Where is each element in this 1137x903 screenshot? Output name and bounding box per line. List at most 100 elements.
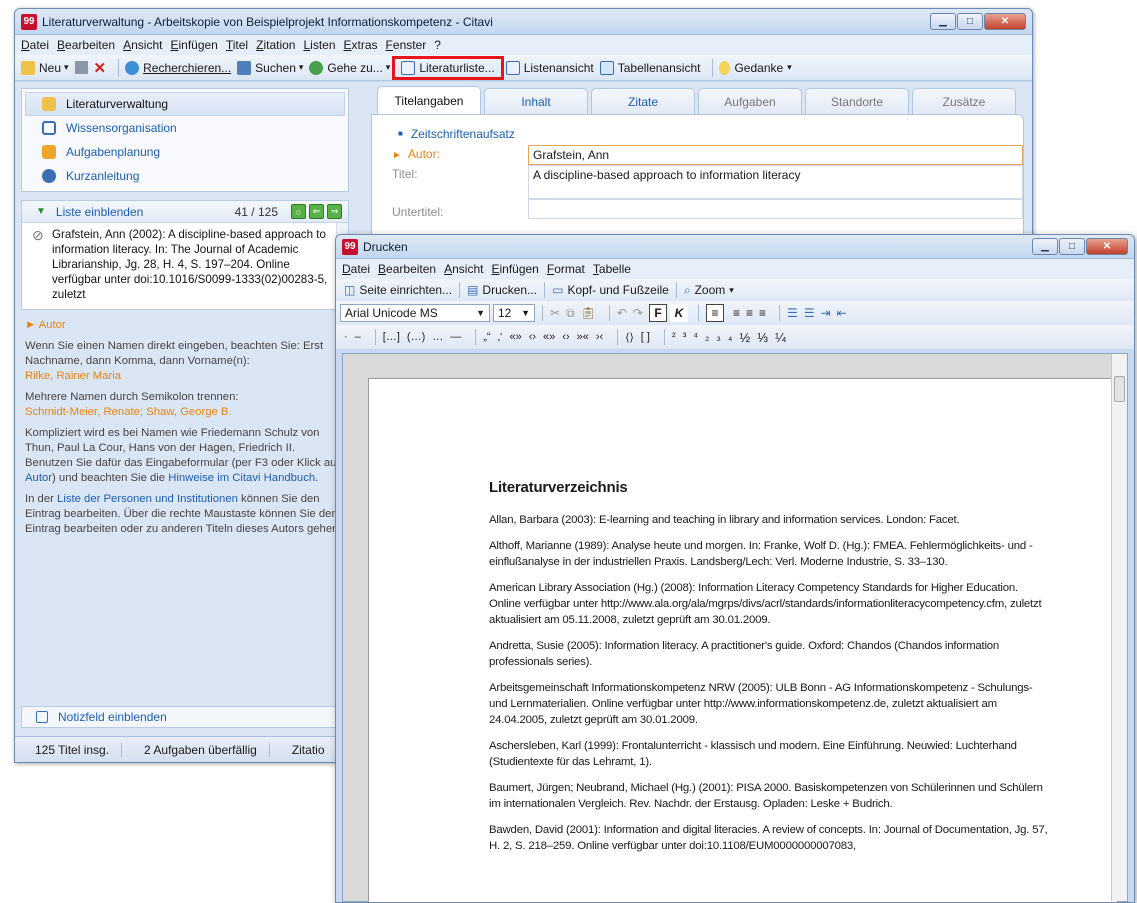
notizfeld-toggle[interactable]: Notizfeld einblenden: [21, 706, 349, 728]
bold-button[interactable]: F: [649, 304, 667, 322]
status-tasks-overdue[interactable]: 2 Aufgaben überfällig: [144, 742, 270, 757]
insert-single-guillemets-2[interactable]: ‹›: [562, 331, 569, 343]
copy-icon[interactable]: ⧉: [566, 306, 575, 321]
literaturliste-button[interactable]: Literaturliste...: [392, 55, 504, 80]
font-size-select[interactable]: 12 ▼: [493, 304, 535, 322]
undo-icon[interactable]: ↶: [617, 306, 627, 320]
main-titlebar[interactable]: 99 Literaturverwaltung - Arbeitskopie vo…: [15, 9, 1032, 35]
seite-einrichten-button[interactable]: Seite einrichten...: [359, 283, 452, 297]
preview-scrollbar-thumb[interactable]: [1114, 376, 1125, 402]
tab-aufgaben[interactable]: Aufgaben: [698, 88, 802, 114]
insert-superscript-3[interactable]: ³: [683, 331, 687, 343]
menu-einfuegen[interactable]: Einfügen: [170, 38, 217, 52]
insert-reverse-guillemets[interactable]: »«: [577, 331, 589, 343]
print-page[interactable]: Literaturverzeichnis Allan, Barbara (200…: [368, 378, 1118, 902]
print-minimize-button[interactable]: ▁: [1032, 238, 1058, 255]
tab-inhalt[interactable]: Inhalt: [484, 88, 588, 114]
subtitle-field[interactable]: [528, 199, 1023, 219]
insert-one-third[interactable]: ⅓: [757, 330, 768, 345]
suchen-button[interactable]: Suchen ▾: [237, 60, 303, 75]
align-justify-icon[interactable]: ≡: [759, 306, 766, 320]
print-menu-datei[interactable]: Datei: [342, 262, 370, 276]
menu-help[interactable]: ?: [434, 38, 441, 52]
menu-ansicht[interactable]: Ansicht: [123, 38, 162, 52]
outdent-icon[interactable]: ⇤: [837, 306, 847, 320]
indent-icon[interactable]: ⇥: [821, 306, 831, 320]
nav-literaturverwaltung[interactable]: Literaturverwaltung: [25, 92, 345, 116]
menu-datei[interactable]: Datei: [21, 38, 49, 52]
zoom-button[interactable]: Zoom: [695, 283, 726, 297]
insert-subscript-4[interactable]: ₄: [728, 331, 733, 343]
insert-middle-dot[interactable]: ·: [344, 331, 348, 343]
list-filter-icon[interactable]: ○: [291, 204, 306, 219]
listenansicht-button[interactable]: Listenansicht: [505, 60, 594, 75]
menu-titel[interactable]: Titel: [226, 38, 248, 52]
insert-single-guillemets[interactable]: ‹›: [529, 331, 536, 343]
insert-square-brackets[interactable]: [ ]: [641, 331, 650, 343]
insert-superscript-2[interactable]: ²: [672, 331, 676, 343]
list-prev-icon[interactable]: ⇐: [309, 204, 324, 219]
author-field[interactable]: Grafstein, Ann: [528, 145, 1023, 165]
save-icon[interactable]: [74, 61, 88, 74]
tab-titelangaben[interactable]: Titelangaben: [377, 86, 481, 114]
list-next-icon[interactable]: ⇒: [327, 204, 342, 219]
delete-icon[interactable]: ✕: [94, 59, 107, 77]
print-close-button[interactable]: ✕: [1086, 238, 1128, 255]
insert-angle-brackets[interactable]: ⟨⟩: [625, 331, 634, 344]
nav-aufgabenplanung[interactable]: Aufgabenplanung: [22, 140, 348, 164]
tab-zitate[interactable]: Zitate: [591, 88, 695, 114]
print-menu-bearbeiten[interactable]: Bearbeiten: [378, 262, 436, 276]
insert-paren-ellipsis[interactable]: (…): [407, 331, 425, 343]
tabellenansicht-button[interactable]: Tabellenansicht: [599, 60, 700, 75]
print-titlebar[interactable]: 99 Drucken ▁ □ ✕: [336, 235, 1134, 259]
insert-ellipsis[interactable]: …: [432, 331, 443, 343]
help-link-personen[interactable]: Liste der Personen und Institutionen: [57, 493, 238, 505]
menu-bearbeiten[interactable]: Bearbeiten: [57, 38, 115, 52]
minimize-button[interactable]: ▁: [930, 13, 956, 30]
menu-listen[interactable]: Listen: [303, 38, 335, 52]
numbered-list-icon[interactable]: ☰: [804, 306, 815, 320]
insert-german-quotes[interactable]: „“: [483, 331, 490, 343]
new-button[interactable]: Neu ▾: [21, 60, 69, 75]
close-button[interactable]: ✕: [984, 13, 1026, 30]
insert-subscript-2[interactable]: ₂: [705, 331, 709, 343]
print-menu-ansicht[interactable]: Ansicht: [444, 262, 483, 276]
help-link-handbuch[interactable]: Hinweise im Citavi Handbuch: [168, 472, 315, 484]
menu-fenster[interactable]: Fenster: [386, 38, 427, 52]
insert-bracket-ellipsis[interactable]: […]: [383, 331, 400, 343]
insert-one-quarter[interactable]: ¼: [775, 330, 786, 345]
gehe-zu-button[interactable]: Gehe zu... ▾: [309, 60, 390, 75]
insert-guillemets[interactable]: «»: [509, 331, 521, 343]
align-left-icon[interactable]: ≡: [706, 304, 724, 322]
insert-guillemets-2[interactable]: «»: [543, 331, 555, 343]
print-menu-tabelle[interactable]: Tabelle: [593, 262, 631, 276]
insert-one-half[interactable]: ½: [739, 330, 750, 345]
tab-zusaetze[interactable]: Zusätze: [912, 88, 1016, 114]
preview-scrollbar[interactable]: [1111, 354, 1127, 901]
insert-reverse-single-guillemets[interactable]: ›‹: [596, 331, 603, 343]
insert-en-dash[interactable]: –: [355, 331, 361, 343]
tab-standorte[interactable]: Standorte: [805, 88, 909, 114]
insert-superscript-4[interactable]: ⁴: [693, 331, 698, 343]
insert-em-dash[interactable]: —: [450, 331, 461, 343]
document-type-link[interactable]: Zeitschriftenaufsatz: [372, 127, 1023, 141]
print-maximize-button[interactable]: □: [1059, 238, 1085, 255]
help-link-autor[interactable]: Autor: [25, 472, 52, 484]
list-header[interactable]: ▼ Liste einblenden 41 / 125 ○ ⇐ ⇒: [22, 201, 348, 223]
maximize-button[interactable]: □: [957, 13, 983, 30]
redo-icon[interactable]: ↷: [633, 306, 643, 320]
italic-button[interactable]: K: [670, 304, 688, 322]
bullet-list-icon[interactable]: ☰: [787, 306, 798, 320]
nav-wissensorganisation[interactable]: Wissensorganisation: [22, 116, 348, 140]
gedanke-button[interactable]: Gedanke ▾: [719, 60, 792, 75]
status-zitation[interactable]: Zitatio: [292, 743, 337, 757]
recherchieren-button[interactable]: Recherchieren...: [125, 60, 231, 75]
insert-subscript-3[interactable]: ₃: [716, 331, 720, 343]
print-menu-format[interactable]: Format: [547, 262, 585, 276]
field-label-autor[interactable]: Autor:: [372, 145, 528, 161]
align-center-icon[interactable]: ≡: [733, 306, 740, 320]
print-menu-einfuegen[interactable]: Einfügen: [491, 262, 538, 276]
title-field[interactable]: A discipline-based approach to informati…: [528, 165, 1023, 199]
list-item[interactable]: ⊘ Grafstein, Ann (2002): A discipline-ba…: [22, 223, 348, 309]
kopf-fusszeile-button[interactable]: Kopf- und Fußzeile: [567, 283, 668, 297]
